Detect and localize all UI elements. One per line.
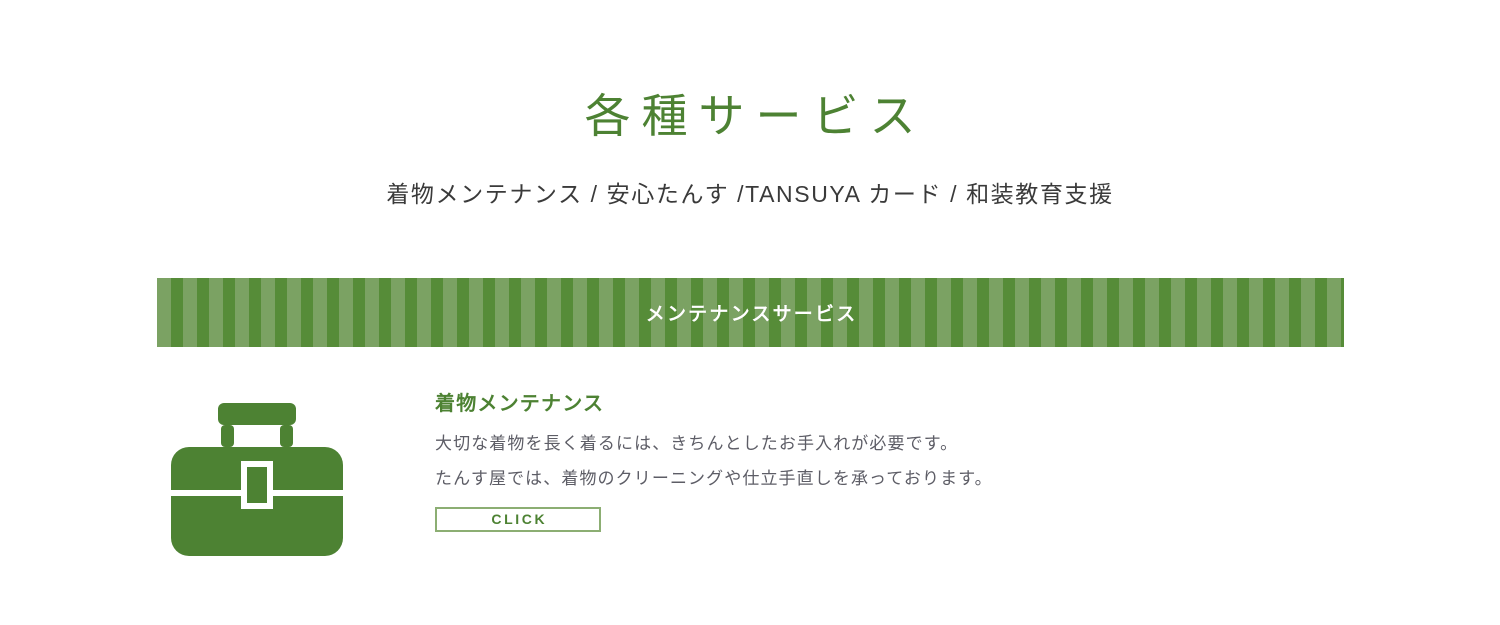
service-heading: 着物メンテナンス: [435, 393, 605, 415]
service-description-line-1: 大切な着物を長く着るには、きちんとしたお手入れが必要です。: [435, 434, 959, 453]
click-button[interactable]: CLICK: [435, 507, 601, 533]
service-item-maintenance: 着物メンテナンス 大切な着物を長く着るには、きちんとしたお手入れが必要です。 た…: [157, 390, 1347, 570]
section-banner-label: メンテナンスサービス: [645, 304, 858, 325]
briefcase-icon: [165, 395, 349, 565]
services-page: 各種サービス 着物メンテナンス / 安心たんす /TANSUYA カード / 和…: [0, 0, 1500, 625]
service-details: 着物メンテナンス 大切な着物を長く着るには、きちんとしたお手入れが必要です。 た…: [435, 390, 1335, 533]
page-title: 各種サービス: [584, 89, 927, 142]
page-subtitle: 着物メンテナンス / 安心たんす /TANSUYA カード / 和装教育支援: [386, 181, 1114, 207]
section-banner: メンテナンスサービス: [157, 278, 1344, 347]
service-description-line-2: たんす屋では、着物のクリーニングや仕立手直しを承っております。: [435, 468, 993, 488]
